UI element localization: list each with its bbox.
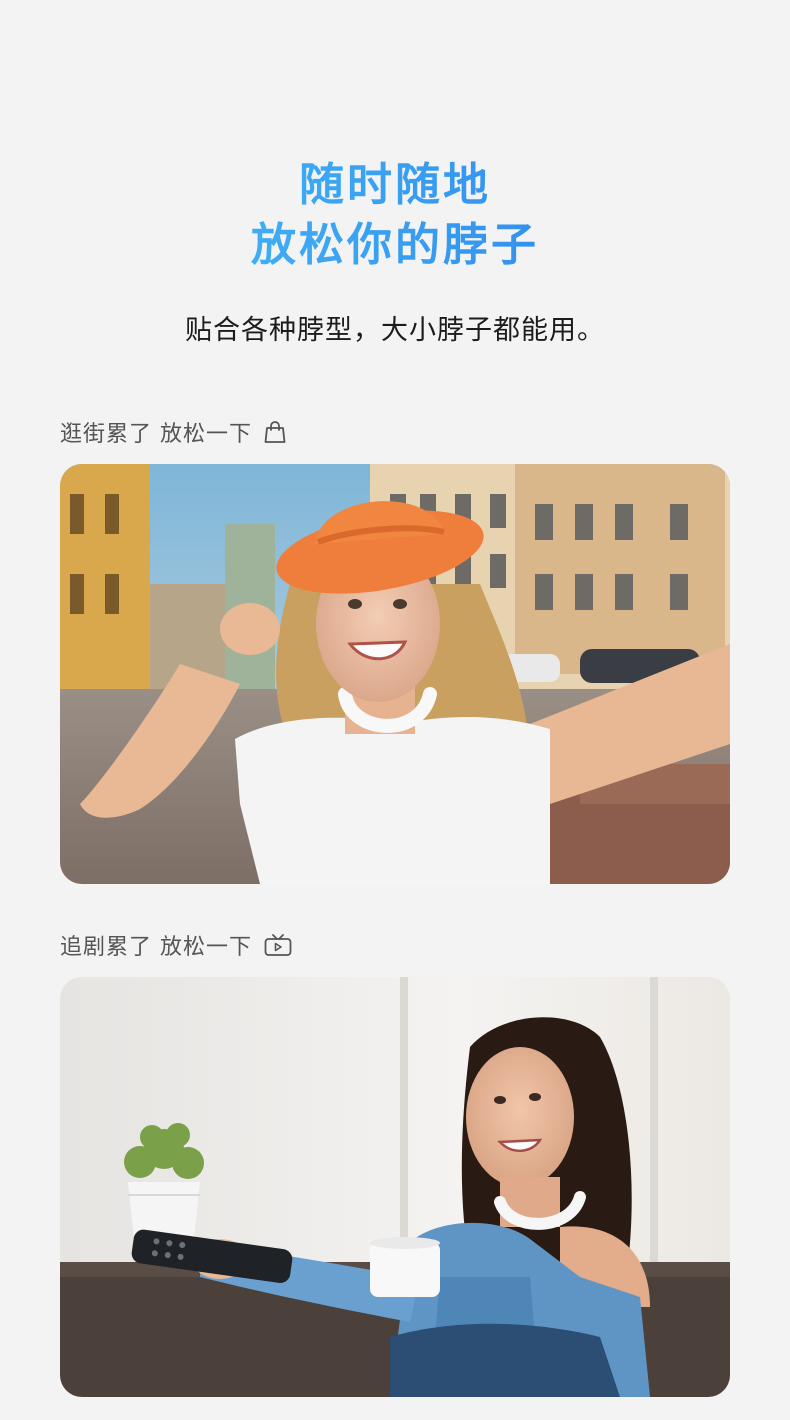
photo-woman-watching-tv [60,977,730,1397]
photo-woman-selfie-street [60,464,730,884]
section-label-text: 追剧累了 放松一下 [60,935,252,960]
shopping-bag-icon [264,420,286,444]
headline-line-1: 随时随地 [0,155,790,215]
section-label-shopping: 逛街累了 放松一下 [60,415,286,449]
subtitle: 贴合各种脖型，大小脖子都能用。 [185,315,605,346]
section-label-tv: 追剧累了 放松一下 [60,928,292,962]
tv-icon [264,933,292,957]
headline-line-2: 放松你的脖子 [0,215,790,275]
section-label-text: 逛街累了 放松一下 [60,422,252,447]
